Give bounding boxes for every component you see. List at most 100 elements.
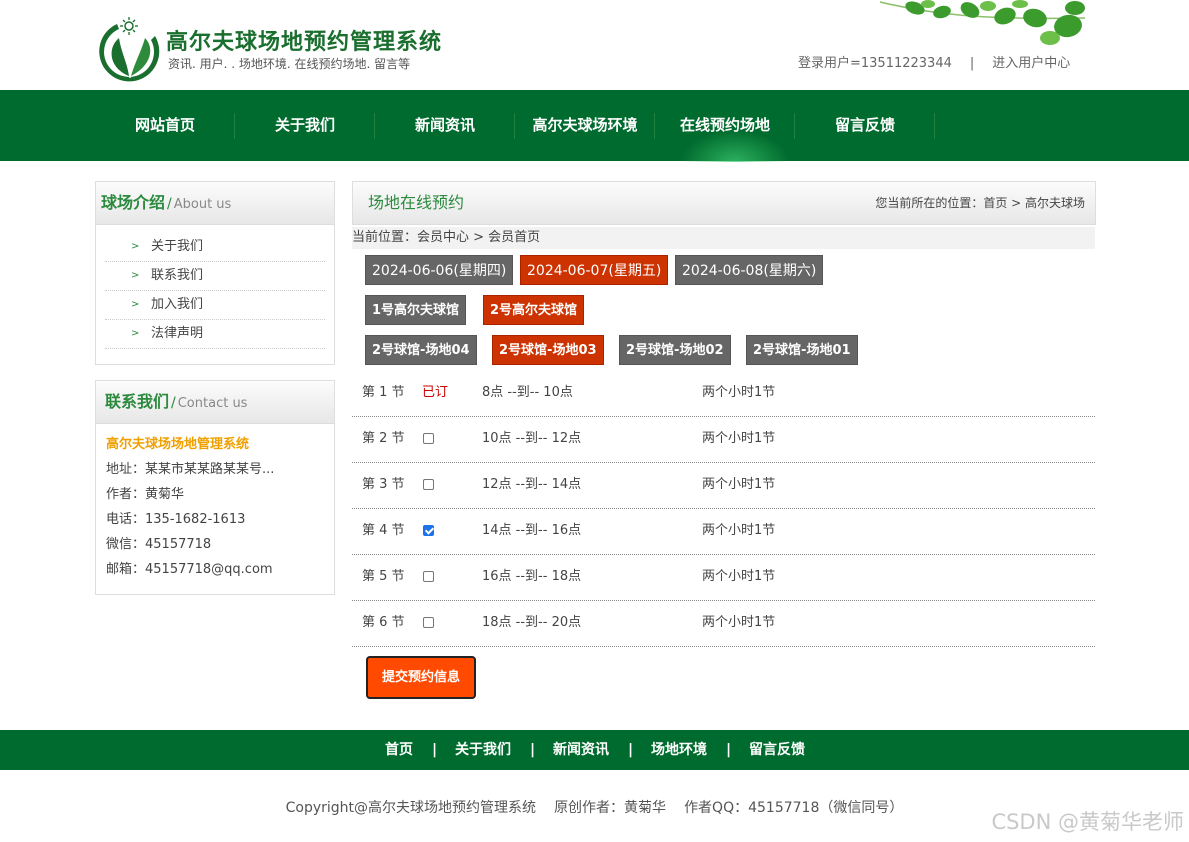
- contact-company-name: 高尔夫球场场地管理系统: [106, 437, 250, 452]
- slot-number: 第 2 节: [362, 431, 405, 446]
- login-user-label: 登录用户=13511223344: [798, 56, 952, 71]
- nav-item-feedback[interactable]: 留言反馈: [795, 90, 935, 161]
- sidebar-item-contact[interactable]: > 联系我们: [105, 262, 325, 291]
- sidebar-item-join[interactable]: > 加入我们: [105, 291, 325, 320]
- slot-duration: 两个小时1节: [702, 569, 776, 584]
- time-slot-row: 第 6 节 18点 --到-- 20点 两个小时1节: [352, 600, 1095, 647]
- slot-checkbox[interactable]: [423, 617, 434, 628]
- page-title: 场地在线预约: [368, 193, 465, 212]
- court-tab-selected[interactable]: 2号球馆-场地03: [492, 335, 604, 365]
- nav-item-home[interactable]: 网站首页: [95, 90, 235, 161]
- contact-box-header: 联系我们 / Contact us: [96, 381, 334, 424]
- about-box-title: 球场介绍: [101, 193, 166, 212]
- contact-wechat: 微信：45157718: [106, 537, 212, 552]
- slot-time: 16点 --到-- 18点: [482, 569, 582, 584]
- footer-link-news[interactable]: 新闻资讯: [553, 730, 609, 770]
- court-tab[interactable]: 2号球馆-场地04: [365, 335, 477, 365]
- slot-duration: 两个小时1节: [702, 615, 776, 630]
- main-nav: 网站首页 关于我们 新闻资讯 高尔夫球场环境 在线预约场地 留言反馈: [0, 90, 1189, 161]
- chevron-right-icon: >: [131, 328, 140, 339]
- contact-box-title: 联系我们: [105, 392, 170, 411]
- slot-duration: 两个小时1节: [702, 477, 776, 492]
- nav-item-environment[interactable]: 高尔夫球场环境: [515, 90, 655, 161]
- footer-nav: 首页 | 关于我们 | 新闻资讯 | 场地环境 | 留言反馈: [0, 730, 1189, 770]
- footer-link-about[interactable]: 关于我们: [455, 730, 511, 770]
- sidebar-item-legal[interactable]: > 法律声明: [105, 320, 325, 349]
- separator: |: [969, 56, 975, 71]
- user-info: 登录用户=13511223344 | 进入用户中心: [798, 52, 1070, 71]
- slot-time: 14点 --到-- 16点: [482, 523, 582, 538]
- slot-checkbox[interactable]: [423, 479, 434, 490]
- hall-tab[interactable]: 1号高尔夫球馆: [365, 295, 467, 325]
- logo-icon[interactable]: [95, 14, 165, 82]
- contact-phone: 电话：135-1682-1613: [106, 512, 246, 527]
- location-bar: 当前位置：会员中心 > 会员首页: [352, 227, 1095, 249]
- contact-box-subtitle: Contact us: [177, 396, 248, 411]
- submit-booking-button[interactable]: 提交预约信息: [366, 656, 476, 699]
- sidebar-item-label: 关于我们: [151, 239, 204, 254]
- watermark: CSDN @黄菊华老师: [991, 810, 1184, 834]
- contact-box: 联系我们 / Contact us 高尔夫球场场地管理系统 地址：某某市某某路某某号…: [95, 380, 335, 595]
- slot-number: 第 4 节: [362, 523, 405, 538]
- contact-email: 邮箱：45157718@qq.com: [106, 562, 273, 577]
- nav-active-glow: [680, 130, 790, 162]
- about-box-header: 球场介绍 / About us: [96, 182, 334, 225]
- slot-duration: 两个小时1节: [702, 431, 776, 446]
- date-tab[interactable]: 2024-06-08(星期六): [675, 255, 824, 285]
- about-box-subtitle: About us: [173, 197, 232, 212]
- footer-separator: |: [628, 742, 634, 758]
- court-tab[interactable]: 2号球馆-场地02: [619, 335, 731, 365]
- slot-number: 第 5 节: [362, 569, 405, 584]
- about-box: 球场介绍 / About us > 关于我们 > 联系我们 > 加入我们 > 法律声明: [95, 181, 335, 365]
- footer-link-feedback[interactable]: 留言反馈: [749, 730, 805, 770]
- footer-separator: |: [432, 742, 438, 758]
- time-slot-row: 第 3 节 12点 --到-- 14点 两个小时1节: [352, 462, 1095, 509]
- slot-checkbox-checked[interactable]: [423, 525, 434, 536]
- chevron-right-icon: >: [131, 299, 140, 310]
- slot-duration: 两个小时1节: [702, 523, 776, 538]
- site-subtitle: 资讯. 用户. . 场地环境. 在线预约场地. 留言等: [168, 57, 411, 71]
- copyright-author: 原创作者：黄菊华: [554, 800, 667, 816]
- slot-checkbox[interactable]: [423, 571, 434, 582]
- copyright-qq: 作者QQ：45157718（微信同号）: [684, 800, 904, 816]
- time-slot-row: 第 1 节 已订 8点 --到-- 10点 两个小时1节: [352, 370, 1095, 417]
- time-slot-row: 第 2 节 10点 --到-- 12点 两个小时1节: [352, 416, 1095, 463]
- slot-number: 第 6 节: [362, 615, 405, 630]
- court-tab[interactable]: 2号球馆-场地01: [746, 335, 858, 365]
- footer-link-environment[interactable]: 场地环境: [651, 730, 707, 770]
- slot-checkbox[interactable]: [423, 433, 434, 444]
- nav-item-news[interactable]: 新闻资讯: [375, 90, 515, 161]
- leaves-decoration-icon: [879, 0, 1086, 45]
- footer-separator: |: [726, 742, 732, 758]
- hall-tab-selected[interactable]: 2号高尔夫球馆: [483, 295, 585, 325]
- slot-booked-status: 已订: [422, 385, 449, 400]
- copyright-text: Copyright@高尔夫球场地预约管理系统: [285, 800, 537, 816]
- date-tab[interactable]: 2024-06-06(星期四): [365, 255, 514, 285]
- date-tab-selected[interactable]: 2024-06-07(星期五): [520, 255, 669, 285]
- slot-number: 第 3 节: [362, 477, 405, 492]
- slot-duration: 两个小时1节: [702, 385, 776, 400]
- main-header: 场地在线预约 您当前所在的位置：首页 > 高尔夫球场: [352, 181, 1096, 225]
- time-slot-row: 第 5 节 16点 --到-- 18点 两个小时1节: [352, 554, 1095, 601]
- sidebar-item-label: 加入我们: [151, 297, 204, 312]
- sidebar-item-label: 法律声明: [151, 326, 204, 341]
- nav-item-about[interactable]: 关于我们: [235, 90, 375, 161]
- footer-separator: |: [530, 742, 536, 758]
- footer-link-home[interactable]: 首页: [385, 730, 413, 770]
- breadcrumb: 您当前所在的位置：首页 > 高尔夫球场: [875, 196, 1085, 210]
- slot-time: 10点 --到-- 12点: [482, 431, 582, 446]
- header: 高尔夫球场地预约管理系统 资讯. 用户. . 场地环境. 在线预约场地. 留言等…: [0, 0, 1189, 90]
- site-title: 高尔夫球场地预约管理系统: [166, 30, 443, 55]
- slot-time: 12点 --到-- 14点: [482, 477, 582, 492]
- slot-number: 第 1 节: [362, 385, 405, 400]
- sidebar-item-label: 联系我们: [151, 268, 204, 283]
- sidebar-item-about[interactable]: > 关于我们: [105, 233, 325, 262]
- chevron-right-icon: >: [131, 270, 140, 281]
- chevron-right-icon: >: [131, 241, 140, 252]
- contact-address: 地址：某某市某某路某某号...: [106, 462, 275, 477]
- time-slot-row: 第 4 节 14点 --到-- 16点 两个小时1节: [352, 508, 1095, 555]
- contact-author: 作者：黄菊华: [106, 487, 185, 502]
- user-center-link[interactable]: 进入用户中心: [992, 56, 1070, 71]
- slot-time: 8点 --到-- 10点: [482, 385, 573, 400]
- slot-time: 18点 --到-- 20点: [482, 615, 582, 630]
